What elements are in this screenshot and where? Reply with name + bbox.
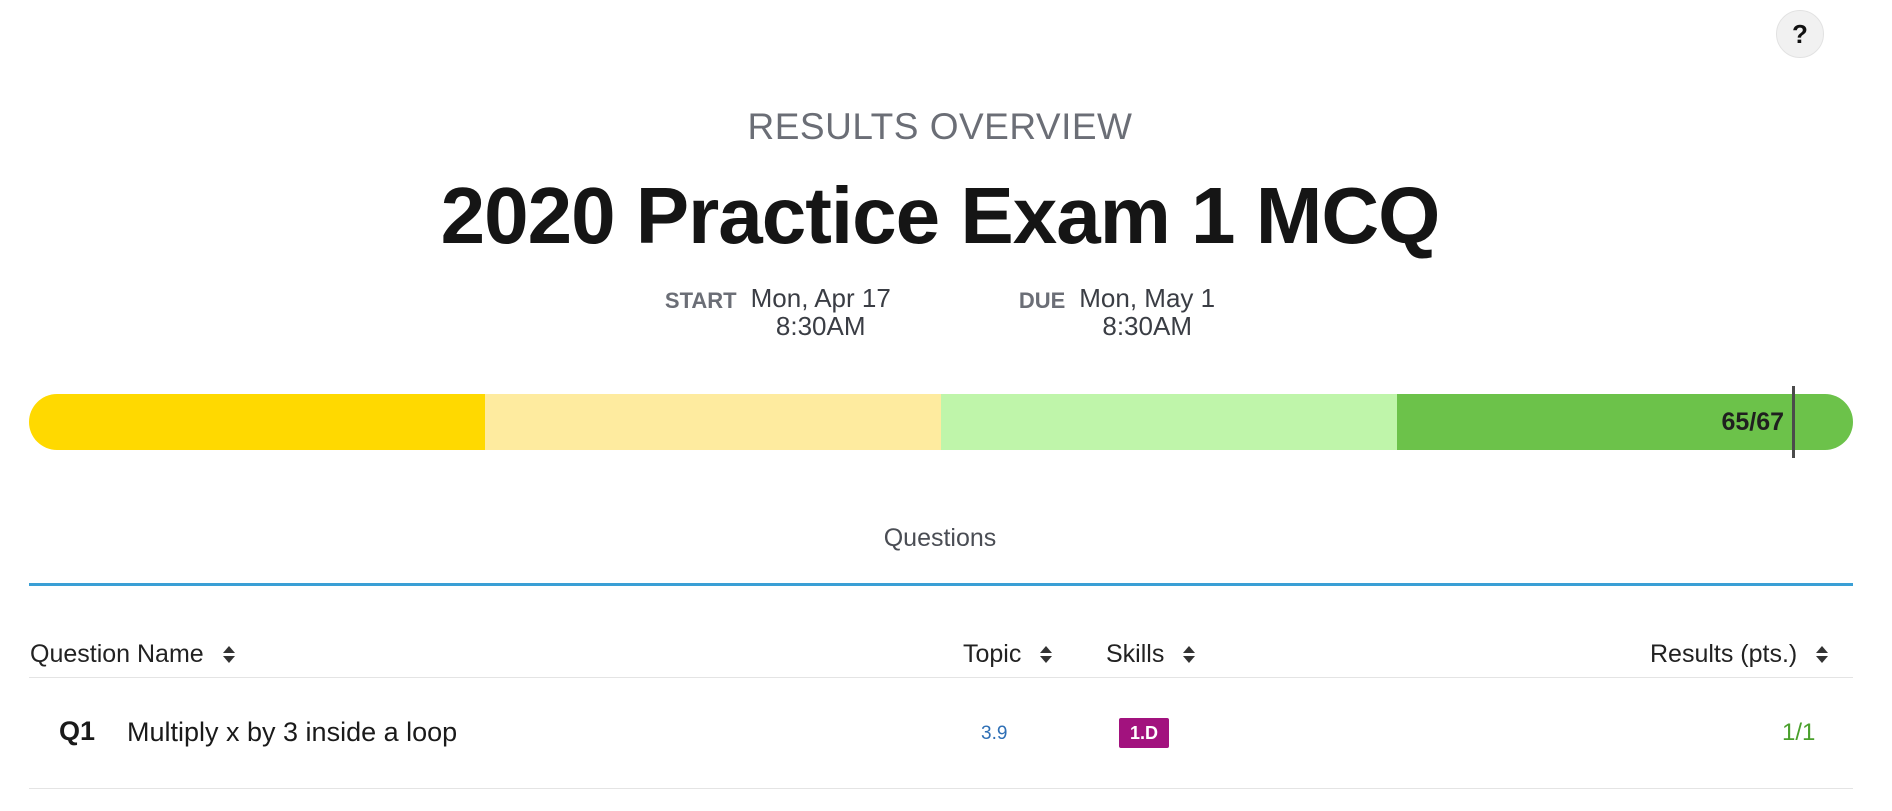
tab-underline bbox=[29, 583, 1853, 586]
score-text: 65/67 bbox=[1721, 408, 1784, 436]
due-date: DUE Mon, May 1 8:30AM bbox=[1019, 284, 1215, 340]
column-header-skills[interactable]: Skills bbox=[1106, 640, 1196, 669]
question-name-link[interactable]: Multiply x by 3 inside a loop bbox=[127, 717, 457, 748]
start-value: Mon, Apr 17 8:30AM bbox=[751, 284, 891, 340]
table-header-divider bbox=[29, 677, 1853, 678]
column-header-results[interactable]: Results (pts.) bbox=[1650, 640, 1829, 669]
due-day: Mon, May 1 bbox=[1079, 283, 1216, 313]
sort-updown-icon[interactable] bbox=[1815, 646, 1829, 663]
score-progress-bar bbox=[29, 394, 1853, 450]
sort-updown-icon[interactable] bbox=[222, 646, 236, 663]
column-label: Question Name bbox=[30, 640, 204, 668]
column-header-topic[interactable]: Topic bbox=[963, 640, 1053, 669]
due-label: DUE bbox=[1018, 288, 1066, 313]
table-row-divider bbox=[29, 788, 1853, 789]
tab-questions[interactable]: Questions bbox=[0, 524, 1880, 553]
skill-badge: 1.D bbox=[1119, 718, 1169, 748]
score-marker bbox=[1792, 386, 1795, 458]
score-band-2 bbox=[485, 394, 941, 450]
score-band-4 bbox=[1397, 394, 1853, 450]
start-label: START bbox=[664, 288, 737, 313]
sort-updown-icon[interactable] bbox=[1182, 646, 1196, 663]
page-overline: RESULTS OVERVIEW bbox=[747, 106, 1133, 147]
page-title: 2020 Practice Exam 1 MCQ bbox=[440, 171, 1441, 260]
due-time: 8:30AM bbox=[1102, 311, 1192, 341]
score-band-1 bbox=[29, 394, 485, 450]
help-button[interactable]: ? bbox=[1776, 10, 1824, 58]
due-value: Mon, May 1 8:30AM bbox=[1079, 284, 1215, 340]
column-label: Topic bbox=[963, 640, 1022, 668]
results-overview-page: ? RESULTS OVERVIEW 2020 Practice Exam 1 … bbox=[0, 0, 1892, 811]
start-date: START Mon, Apr 17 8:30AM bbox=[665, 284, 891, 340]
question-result: 1/1 bbox=[1782, 719, 1816, 746]
score-band-3 bbox=[941, 394, 1397, 450]
assignment-dates: START Mon, Apr 17 8:30AM DUE Mon, May 1 … bbox=[0, 284, 1880, 340]
topic-link[interactable]: 3.9 bbox=[981, 723, 1007, 745]
start-day: Mon, Apr 17 bbox=[750, 283, 891, 313]
column-label: Skills bbox=[1106, 640, 1165, 668]
sort-updown-icon[interactable] bbox=[1039, 646, 1053, 663]
start-time: 8:30AM bbox=[775, 311, 866, 341]
column-label: Results (pts.) bbox=[1650, 640, 1798, 668]
column-header-question-name[interactable]: Question Name bbox=[30, 640, 236, 669]
question-number: Q1 bbox=[59, 716, 96, 746]
